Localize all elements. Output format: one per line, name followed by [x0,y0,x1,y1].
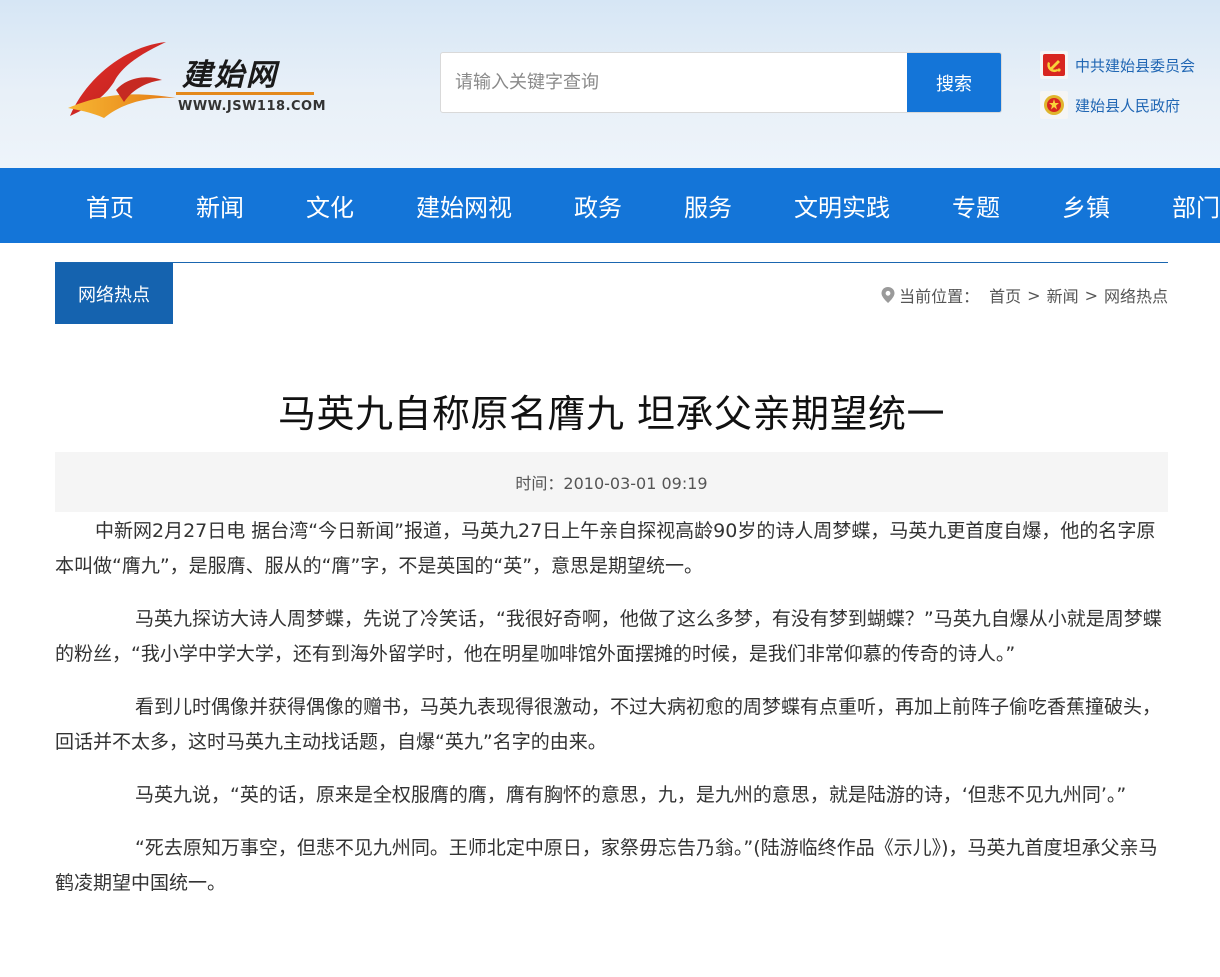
article-paragraph: 中新网2月27日电 据台湾“今日新闻”报道，马英九27日上午亲自探视高龄90岁的… [55,520,1156,577]
gov-links: 中共建始县委员会 建始县人民政府 [1040,50,1195,130]
gov-link-government[interactable]: 建始县人民政府 [1040,90,1195,120]
nav-items: 首页 新闻 文化 建始网视 政务 服务 文明实践 专题 乡镇 部门 [55,168,1220,243]
location-pin-icon [881,287,895,303]
nav-item-topics[interactable]: 专题 [921,188,1031,223]
article-paragraph: “死去原知万事空，但悲不见九州同。王师北定中原日，家祭毋忘告乃翁。”(陆游临终作… [55,837,1158,894]
breadcrumb-home[interactable]: 首页 [989,283,1021,307]
article-paragraph: 看到儿时偶像并获得偶像的赠书，马英九表现得很激动，不过大病初愈的周梦蝶有点重听，… [55,696,1162,753]
nav-item-home[interactable]: 首页 [55,188,165,223]
party-emblem-icon [1040,51,1068,79]
search-input[interactable] [441,53,909,112]
breadcrumb-separator: > [1084,285,1098,305]
national-emblem-icon [1040,91,1068,119]
article-title: 马英九自称原名膺九 坦承父亲期望统一 [277,392,946,436]
search-button[interactable]: 搜索 [907,53,1001,112]
nav-item-towns[interactable]: 乡镇 [1031,188,1141,223]
nav-item-government-affairs[interactable]: 政务 [543,188,653,223]
logo-text: 建始网 [182,58,278,93]
site-header: 建始网 WWW.JSW118.COM 搜索 中共建始县委员会 [0,0,1220,168]
section-bar: 网络热点 当前位置： 首页 > 新闻 > 网络热点 [55,262,1168,324]
article-paragraph: 马英九说，“英的话，原来是全权服膺的膺，膺有胸怀的意思，九，是九州的意思，就是陆… [135,784,1127,806]
site-logo[interactable]: 建始网 WWW.JSW118.COM [66,38,326,126]
gov-link-label: 建始县人民政府 [1075,96,1181,115]
breadcrumb-news[interactable]: 新闻 [1047,283,1079,307]
breadcrumb-separator: > [1027,285,1041,305]
gov-link-party-committee[interactable]: 中共建始县委员会 [1040,50,1195,80]
breadcrumb: 当前位置： 首页 > 新闻 > 网络热点 [881,283,1168,307]
search-box: 搜索 [440,52,1002,113]
nav-item-civilization-practice[interactable]: 文明实践 [763,188,921,223]
logo-underline [176,92,314,95]
article-paragraph: 马英九探访大诗人周梦蝶，先说了冷笑话，“我很好奇啊，他做了这么多梦，有没有梦到蝴… [55,608,1162,665]
section-tag[interactable]: 网络热点 [55,263,173,324]
gov-link-label: 中共建始县委员会 [1075,56,1196,75]
location-label: 当前位置： [899,287,980,306]
logo-swoosh-icon [68,42,176,118]
nav-item-services[interactable]: 服务 [653,188,763,223]
breadcrumb-hot-topics[interactable]: 网络热点 [1104,283,1168,307]
article-meta: 时间：2010-03-01 09:19 [55,452,1168,512]
main-nav: 首页 新闻 文化 建始网视 政务 服务 文明实践 专题 乡镇 部门 [0,168,1220,243]
article-time: 时间：2010-03-01 09:19 [515,474,708,493]
logo-url: WWW.JSW118.COM [178,99,327,114]
nav-item-news[interactable]: 新闻 [165,188,275,223]
nav-item-video[interactable]: 建始网视 [385,188,543,223]
article-body: 中新网2月27日电 据台湾“今日新闻”报道，马英九27日上午亲自探视高龄90岁的… [55,514,1168,919]
nav-item-departments[interactable]: 部门 [1141,188,1220,223]
nav-item-culture[interactable]: 文化 [275,188,385,223]
